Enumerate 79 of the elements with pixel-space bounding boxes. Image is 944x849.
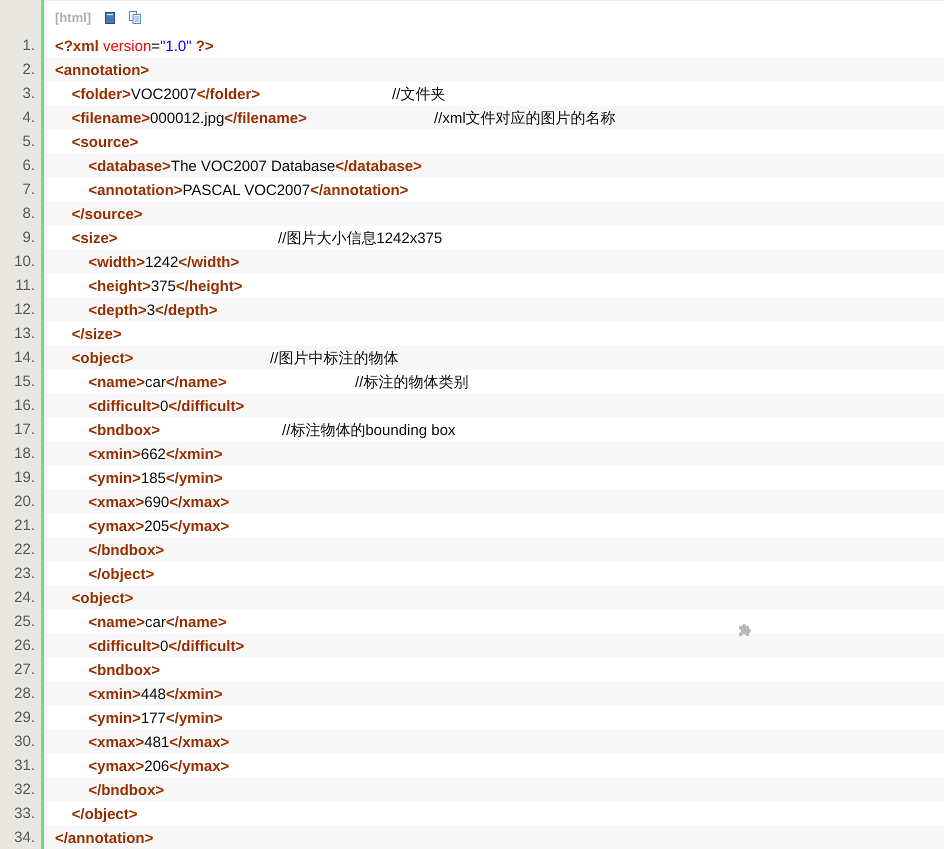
code-text: <filename>000012.jpg</filename> <box>70 110 308 126</box>
line-number: 21. <box>0 514 44 538</box>
document-icon[interactable] <box>105 12 116 24</box>
code-text: <name>car</name> <box>87 374 228 390</box>
line-number: 27. <box>0 658 44 682</box>
code-text: </bndbox> <box>87 782 164 798</box>
line-number: 18. <box>0 442 44 466</box>
line-number: 13. <box>0 322 44 346</box>
line-number: 30. <box>0 730 44 754</box>
code-text: <bndbox> <box>87 662 160 678</box>
line-number: 5. <box>0 130 44 154</box>
code-text: </size> <box>70 326 122 342</box>
code-text: <ymin>177</ymin> <box>87 710 223 726</box>
code-text: </object> <box>87 566 154 582</box>
line-number: 16. <box>0 394 44 418</box>
code-text: <size> <box>70 230 119 246</box>
code-text: </bndbox> <box>87 542 164 558</box>
line-number: 28. <box>0 682 44 706</box>
line-number: 19. <box>0 466 44 490</box>
code-text: <width>1242</width> <box>87 254 240 270</box>
code-text: <ymax>205</ymax> <box>87 518 230 534</box>
line-number: 9. <box>0 226 44 250</box>
code-text: <xmin>448</xmin> <box>87 686 223 702</box>
code-text: <bndbox> <box>87 422 162 438</box>
language-label: [html] <box>55 10 92 25</box>
line-number: 11. <box>0 274 44 298</box>
line-number: 8. <box>0 202 44 226</box>
line-number: 23. <box>0 562 44 586</box>
code-text: </annotation> <box>55 830 154 846</box>
code-text: <name>car</name> <box>87 614 227 630</box>
gutter-background <box>0 0 44 34</box>
code-text: <xmax>690</xmax> <box>87 494 230 510</box>
code-text: <source> <box>70 134 138 150</box>
code-text: <difficult>0</difficult> <box>87 398 244 414</box>
line-number: 1. <box>0 34 44 58</box>
code-text: <xmax>481</xmax> <box>87 734 230 750</box>
code-text: <?xml version="1.0" ?> <box>55 38 214 54</box>
code-text: <xmin>662</xmin> <box>87 446 223 462</box>
line-number: 2. <box>0 58 44 82</box>
code-comment: //标注的物体类别 <box>355 372 468 392</box>
line-number: 12. <box>0 298 44 322</box>
code-comment: //图片大小信息1242x375 <box>278 228 442 248</box>
line-number: 20. <box>0 490 44 514</box>
code-comment: //xml文件对应的图片的名称 <box>434 108 616 128</box>
copy-icon[interactable] <box>129 11 142 24</box>
line-number: 7. <box>0 178 44 202</box>
puzzle-icon[interactable] <box>737 622 753 638</box>
line-number: 31. <box>0 754 44 778</box>
code-text: <annotation> <box>55 62 150 78</box>
code-text: <ymin>185</ymin> <box>87 470 223 486</box>
code-text: <ymax>206</ymax> <box>87 758 230 774</box>
code-text: </object> <box>70 806 138 822</box>
line-number: 4. <box>0 106 44 130</box>
line-number: 33. <box>0 802 44 826</box>
line-number: 24. <box>0 586 44 610</box>
code-comment: //标注物体的bounding box <box>282 420 456 440</box>
line-number: 14. <box>0 346 44 370</box>
line-number: 25. <box>0 610 44 634</box>
code-text: <object> <box>70 350 134 366</box>
code-text: <difficult>0</difficult> <box>87 638 244 654</box>
code-text: <object> <box>70 590 134 606</box>
line-number: 34. <box>0 826 44 849</box>
line-number: 6. <box>0 154 44 178</box>
line-number: 29. <box>0 706 44 730</box>
line-number: 10. <box>0 250 44 274</box>
line-number: 15. <box>0 370 44 394</box>
code-text: <height>375</height> <box>87 278 243 294</box>
code-text: <folder>VOC2007</folder> <box>70 86 262 102</box>
line-number: 26. <box>0 634 44 658</box>
code-text: <depth>3</depth> <box>87 302 218 318</box>
line-number: 22. <box>0 538 44 562</box>
line-number: 32. <box>0 778 44 802</box>
line-number: 3. <box>0 82 44 106</box>
code-text: <database>The VOC2007 Database</database> <box>87 158 422 174</box>
line-number: 17. <box>0 418 44 442</box>
code-comment: //图片中标注的物体 <box>270 348 398 368</box>
code-text: </source> <box>70 206 143 222</box>
code-comment: //文件夹 <box>392 84 446 104</box>
code-text: <annotation>PASCAL VOC2007</annotation> <box>87 182 408 198</box>
